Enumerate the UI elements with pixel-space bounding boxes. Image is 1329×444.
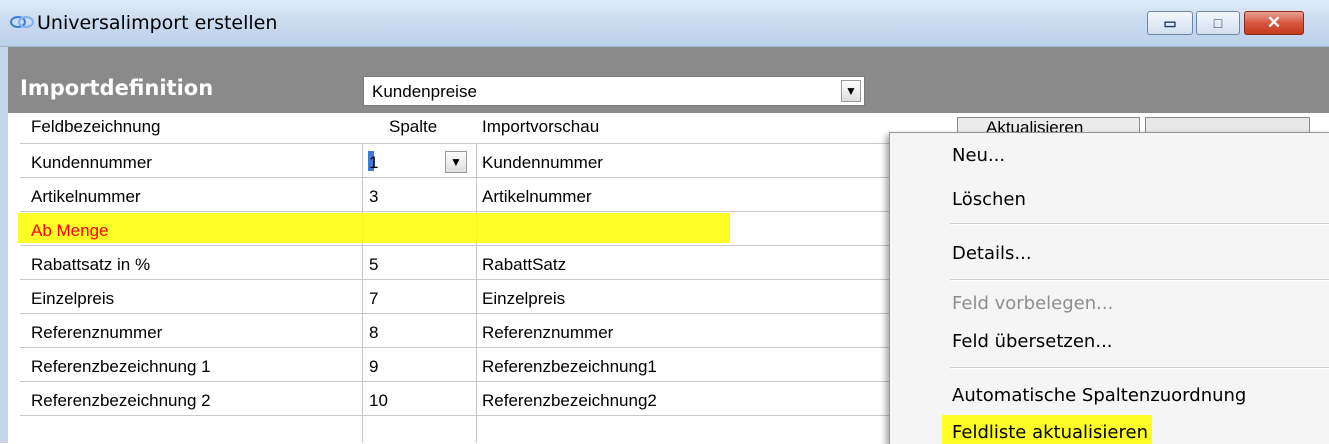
table-row-column[interactable]: 3 (369, 187, 378, 207)
menu-item-prefill-field: Feld vorbelegen... (952, 293, 1114, 314)
chevron-down-icon[interactable]: ▼ (841, 80, 861, 102)
menu-item-details[interactable]: Details... (952, 243, 1032, 264)
column-header-preview[interactable]: Importvorschau (482, 117, 599, 137)
table-row-field[interactable]: Referenzbezeichnung 2 (31, 391, 211, 411)
menu-item-auto-column-mapping[interactable]: Automatische Spaltenzuordnung (952, 385, 1246, 406)
column-select-editor[interactable]: 1 ▼ (364, 148, 474, 176)
title-bar: Universalimport erstellen ▭ □ ✕ (0, 0, 1329, 47)
column-header-field[interactable]: Feldbezeichnung (31, 117, 160, 137)
table-row-preview: Referenzbezeichnung2 (482, 391, 657, 410)
app-icon (10, 16, 34, 28)
menu-separator (950, 223, 1329, 225)
minimize-icon: ▭ (1163, 15, 1177, 31)
menu-item-refresh-field-list[interactable]: Feldliste aktualisieren (952, 422, 1148, 443)
maximize-icon: □ (1213, 15, 1223, 31)
table-row-column[interactable]: 7 (369, 289, 378, 309)
table-row-field[interactable]: Referenzbezeichnung 1 (31, 357, 211, 377)
menu-item-translate-field[interactable]: Feld übersetzen... (952, 331, 1113, 352)
column-header-column[interactable]: Spalte (389, 117, 437, 137)
table-row-preview: Referenzbezeichnung1 (482, 357, 657, 376)
table-row-field[interactable]: Rabattsatz in % (31, 255, 150, 275)
table-row-field[interactable]: Artikelnummer (31, 187, 141, 207)
close-icon: ✕ (1266, 13, 1282, 32)
table-row-field-required[interactable]: Ab Menge (31, 221, 109, 241)
menu-item-delete[interactable]: Löschen (952, 189, 1026, 210)
table-row-preview: Einzelpreis (482, 289, 566, 308)
menu-item-new[interactable]: Neu... (952, 145, 1005, 166)
window-title: Universalimport erstellen (37, 12, 278, 34)
table-row-field[interactable]: Einzelpreis (31, 289, 114, 309)
table-row-field[interactable]: Kundennummer (31, 153, 152, 173)
table-row-preview: Kundennummer (482, 153, 603, 172)
import-definition-select[interactable]: Kundenpreise ▼ (363, 76, 865, 106)
maximize-button[interactable]: □ (1196, 11, 1240, 35)
table-row-field[interactable]: Referenznummer (31, 323, 162, 343)
import-definition-label: Importdefinition (20, 76, 214, 100)
table-row-column[interactable]: 9 (369, 357, 378, 377)
minimize-button[interactable]: ▭ (1147, 11, 1193, 35)
table-row-preview: Artikelnummer (482, 187, 592, 206)
grid-divider (476, 144, 477, 443)
table-row-preview: RabattSatz (482, 255, 567, 274)
table-row-column[interactable]: 8 (369, 323, 378, 343)
import-definition-value: Kundenpreise (372, 82, 477, 101)
table-row-column[interactable]: 10 (369, 391, 388, 411)
table-row-preview: Referenznummer (482, 323, 614, 342)
row-highlight (18, 213, 730, 243)
window-border (0, 47, 8, 443)
menu-separator (950, 279, 1329, 281)
table-row-column[interactable]: 1 (369, 153, 378, 173)
context-menu: Neu... Löschen Details... Feld vorbelege… (889, 132, 1329, 444)
chevron-down-icon[interactable]: ▼ (445, 151, 467, 173)
menu-separator (950, 367, 1329, 369)
table-row-column[interactable]: 5 (369, 255, 378, 275)
close-button[interactable]: ✕ (1244, 11, 1304, 35)
grid-divider (362, 144, 363, 443)
